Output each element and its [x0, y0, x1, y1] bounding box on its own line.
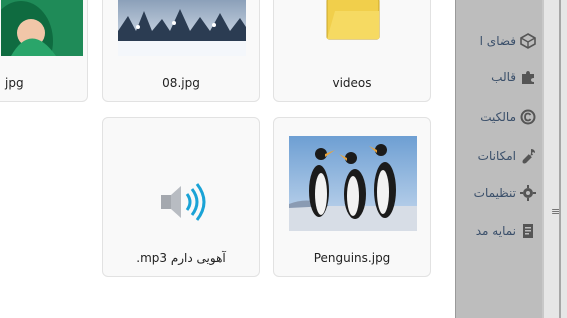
sidebar-item-label: نمایه مد [475, 224, 516, 238]
copyright-icon [520, 109, 536, 125]
sidebar-item-label: امکانات [477, 149, 516, 163]
sidebar-item-label: فضای ا [479, 34, 516, 48]
file-tile-08[interactable]: 08.jpg [102, 0, 260, 102]
file-name: 08.jpg [162, 76, 200, 90]
file-thumbnail [1, 0, 83, 56]
file-tile-jpg[interactable]: jpg [0, 0, 88, 102]
file-name: Penguins.jpg [313, 251, 391, 265]
resize-bar[interactable]: ≡ [542, 0, 567, 318]
file-name: jpg [5, 76, 24, 90]
speaker-icon [151, 178, 211, 226]
file-grid: jpg 08.jpg videos .mp3 آهویی دارم Pengui… [0, 0, 455, 318]
sidebar-item-settings[interactable]: تنظیمات [454, 182, 536, 204]
gear-icon [520, 185, 536, 201]
sidebar-item-label: تنظیمات [473, 186, 516, 200]
sidebar-item-label: قالب [491, 70, 516, 84]
sidebar-item-template[interactable]: قالب [454, 66, 536, 88]
sidebar-item-space[interactable]: فضای ا [454, 30, 536, 52]
file-name: .mp3 آهویی دارم [136, 251, 226, 265]
file-thumbnail [289, 136, 417, 231]
cube-icon [520, 33, 536, 49]
sidebar-item-label: مالکیت [480, 110, 516, 124]
file-tile-mp3[interactable]: .mp3 آهویی دارم [102, 117, 260, 277]
sidebar-item-features[interactable]: امکانات [454, 145, 536, 167]
file-thumbnail [118, 0, 246, 56]
sidebar-menu: فضای ا قالب مالکیت امکانات تنظیمات نمایه… [455, 0, 542, 318]
folder-name: videos [332, 76, 372, 90]
bar-edge [559, 0, 561, 318]
wrench-icon [520, 148, 536, 164]
sidebar-item-copyright[interactable]: مالکیت [454, 106, 536, 128]
folder-icon [323, 0, 383, 43]
file-tile-penguins[interactable]: Penguins.jpg [273, 117, 431, 277]
folder-tile-videos[interactable]: videos [273, 0, 431, 102]
puzzle-icon [520, 69, 536, 85]
sidebar-item-profile[interactable]: نمایه مد [454, 220, 536, 242]
document-icon [520, 223, 536, 239]
